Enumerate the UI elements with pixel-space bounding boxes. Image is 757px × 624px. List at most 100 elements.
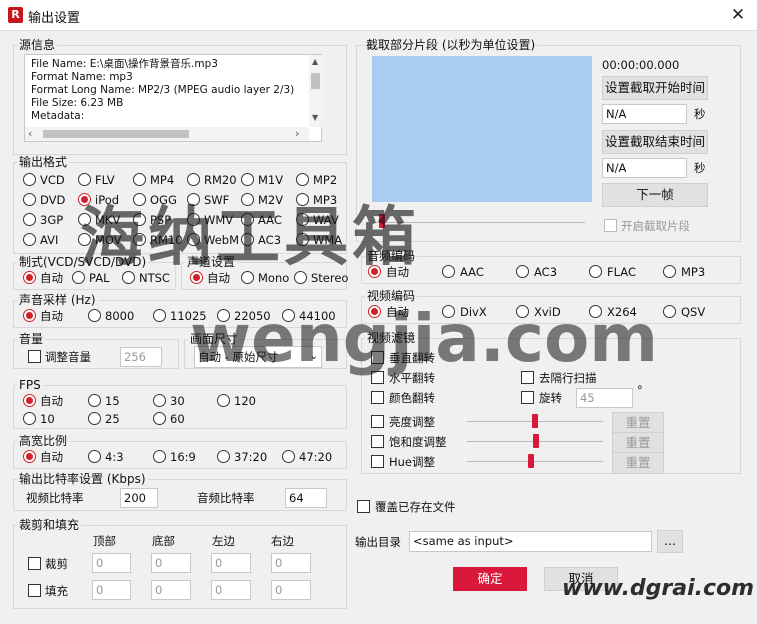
format-radio-swf[interactable]: [187, 193, 200, 206]
format-radio-psp[interactable]: [133, 213, 146, 226]
video-bitrate-input[interactable]: 200: [120, 488, 158, 508]
standard-radio-auto[interactable]: [23, 271, 36, 284]
saturation-checkbox[interactable]: [371, 435, 384, 448]
cancel-button[interactable]: 取消: [544, 567, 618, 591]
format-radio-ipod[interactable]: [78, 193, 91, 206]
fps-radio-15[interactable]: [88, 394, 101, 407]
volume-checkbox[interactable]: [28, 350, 41, 363]
format-radio-3gp[interactable]: [23, 213, 36, 226]
fps-radio-10[interactable]: [23, 412, 36, 425]
sample-rate-radio-auto[interactable]: [23, 309, 36, 322]
channel-radio-mono[interactable]: [241, 271, 254, 284]
audio-codec-radio-flac[interactable]: [589, 265, 602, 278]
saturation-reset-button[interactable]: 重置: [612, 432, 664, 454]
aspect-radio-auto[interactable]: [23, 450, 36, 463]
pad-left-input[interactable]: 0: [211, 580, 251, 600]
start-time-input[interactable]: N/A: [602, 104, 687, 124]
scroll-thumb[interactable]: [43, 130, 189, 138]
clip-timeline-thumb[interactable]: [379, 214, 385, 228]
aspect-radio-37-20[interactable]: [217, 450, 230, 463]
format-radio-mov[interactable]: [78, 233, 91, 246]
source-info-box[interactable]: File Name: E:\桌面\操作背景音乐.mp3 Format Name:…: [24, 54, 322, 142]
audio-codec-radio-aac[interactable]: [442, 265, 455, 278]
format-radio-m1v[interactable]: [241, 173, 254, 186]
pad-right-input[interactable]: 0: [271, 580, 311, 600]
brightness-checkbox[interactable]: [371, 415, 384, 428]
format-radio-wav[interactable]: [296, 213, 309, 226]
clip-timeline-track[interactable]: [373, 222, 585, 223]
audio-codec-radio-mp3[interactable]: [663, 265, 676, 278]
audio-codec-radio-ac3[interactable]: [516, 265, 529, 278]
aspect-radio-16-9[interactable]: [153, 450, 166, 463]
next-frame-button[interactable]: 下一帧: [602, 183, 708, 207]
fps-radio-60[interactable]: [153, 412, 166, 425]
format-radio-mkv[interactable]: [78, 213, 91, 226]
format-radio-mp2[interactable]: [296, 173, 309, 186]
scroll-thumb[interactable]: [311, 73, 320, 89]
pad-bottom-input[interactable]: 0: [151, 580, 191, 600]
video-codec-radio-qsv[interactable]: [663, 305, 676, 318]
hue-reset-button[interactable]: 重置: [612, 452, 664, 474]
deinterlace-checkbox[interactable]: [521, 371, 534, 384]
flip-horizontal-checkbox[interactable]: [371, 371, 384, 384]
enable-clip-checkbox[interactable]: [604, 219, 617, 232]
hue-checkbox[interactable]: [371, 455, 384, 468]
format-radio-ogg[interactable]: [133, 193, 146, 206]
format-radio-avi[interactable]: [23, 233, 36, 246]
browse-button[interactable]: ...: [657, 530, 683, 553]
pad-top-input[interactable]: 0: [92, 580, 131, 600]
flip-vertical-checkbox[interactable]: [371, 351, 384, 364]
scroll-down-icon[interactable]: ▼: [312, 113, 318, 122]
ok-button[interactable]: 确定: [453, 567, 527, 591]
format-radio-rm20[interactable]: [187, 173, 200, 186]
scroll-right-icon[interactable]: ›: [295, 127, 299, 141]
crop-top-input[interactable]: 0: [92, 553, 131, 573]
sample-rate-radio-44100[interactable]: [282, 309, 295, 322]
video-codec-radio-x264[interactable]: [589, 305, 602, 318]
end-time-input[interactable]: N/A: [602, 158, 687, 178]
vertical-scrollbar[interactable]: ▲ ▼: [309, 55, 322, 127]
video-codec-radio-divx[interactable]: [442, 305, 455, 318]
sample-rate-radio-8000[interactable]: [88, 309, 101, 322]
audio-bitrate-input[interactable]: 64: [285, 488, 327, 508]
video-codec-radio-xvid[interactable]: [516, 305, 529, 318]
horizontal-scrollbar[interactable]: ‹ ›: [25, 127, 309, 141]
audio-codec-radio-auto[interactable]: [368, 265, 381, 278]
crop-left-input[interactable]: 0: [211, 553, 251, 573]
fps-radio-30[interactable]: [153, 394, 166, 407]
aspect-radio-4-3[interactable]: [88, 450, 101, 463]
scroll-left-icon[interactable]: ‹: [28, 127, 32, 141]
standard-radio-pal[interactable]: [72, 271, 85, 284]
rotate-checkbox[interactable]: [521, 391, 534, 404]
sample-rate-radio-11025[interactable]: [153, 309, 166, 322]
fps-radio-120[interactable]: [217, 394, 230, 407]
fps-radio-25[interactable]: [88, 412, 101, 425]
format-radio-dvd[interactable]: [23, 193, 36, 206]
close-icon[interactable]: ✕: [727, 4, 749, 26]
brightness-reset-button[interactable]: 重置: [612, 412, 664, 434]
set-start-time-button[interactable]: 设置截取开始时间: [602, 76, 708, 100]
overwrite-checkbox[interactable]: [357, 500, 370, 513]
hue-slider[interactable]: [467, 461, 603, 462]
volume-input[interactable]: 256: [120, 347, 162, 367]
scroll-up-icon[interactable]: ▲: [312, 57, 318, 66]
crop-bottom-input[interactable]: 0: [151, 553, 191, 573]
standard-radio-ntsc[interactable]: [122, 271, 135, 284]
format-radio-aac[interactable]: [241, 213, 254, 226]
format-radio-mp3[interactable]: [296, 193, 309, 206]
crop-checkbox[interactable]: [28, 557, 41, 570]
rotate-input[interactable]: 45: [576, 388, 633, 408]
saturation-slider-thumb[interactable]: [533, 434, 540, 448]
format-radio-wmv[interactable]: [187, 213, 200, 226]
crop-right-input[interactable]: 0: [271, 553, 311, 573]
format-radio-wma[interactable]: [296, 233, 309, 246]
frame-size-dropdown[interactable]: 自动 - 原始尺寸 ⌄: [194, 346, 322, 368]
video-codec-radio-auto[interactable]: [368, 305, 381, 318]
channel-radio-stereo[interactable]: [294, 271, 307, 284]
format-radio-rm10[interactable]: [133, 233, 146, 246]
brightness-slider-thumb[interactable]: [532, 414, 538, 428]
format-radio-ac3[interactable]: [241, 233, 254, 246]
set-end-time-button[interactable]: 设置截取结束时间: [602, 130, 708, 154]
sample-rate-radio-22050[interactable]: [217, 309, 230, 322]
pad-checkbox[interactable]: [28, 584, 41, 597]
